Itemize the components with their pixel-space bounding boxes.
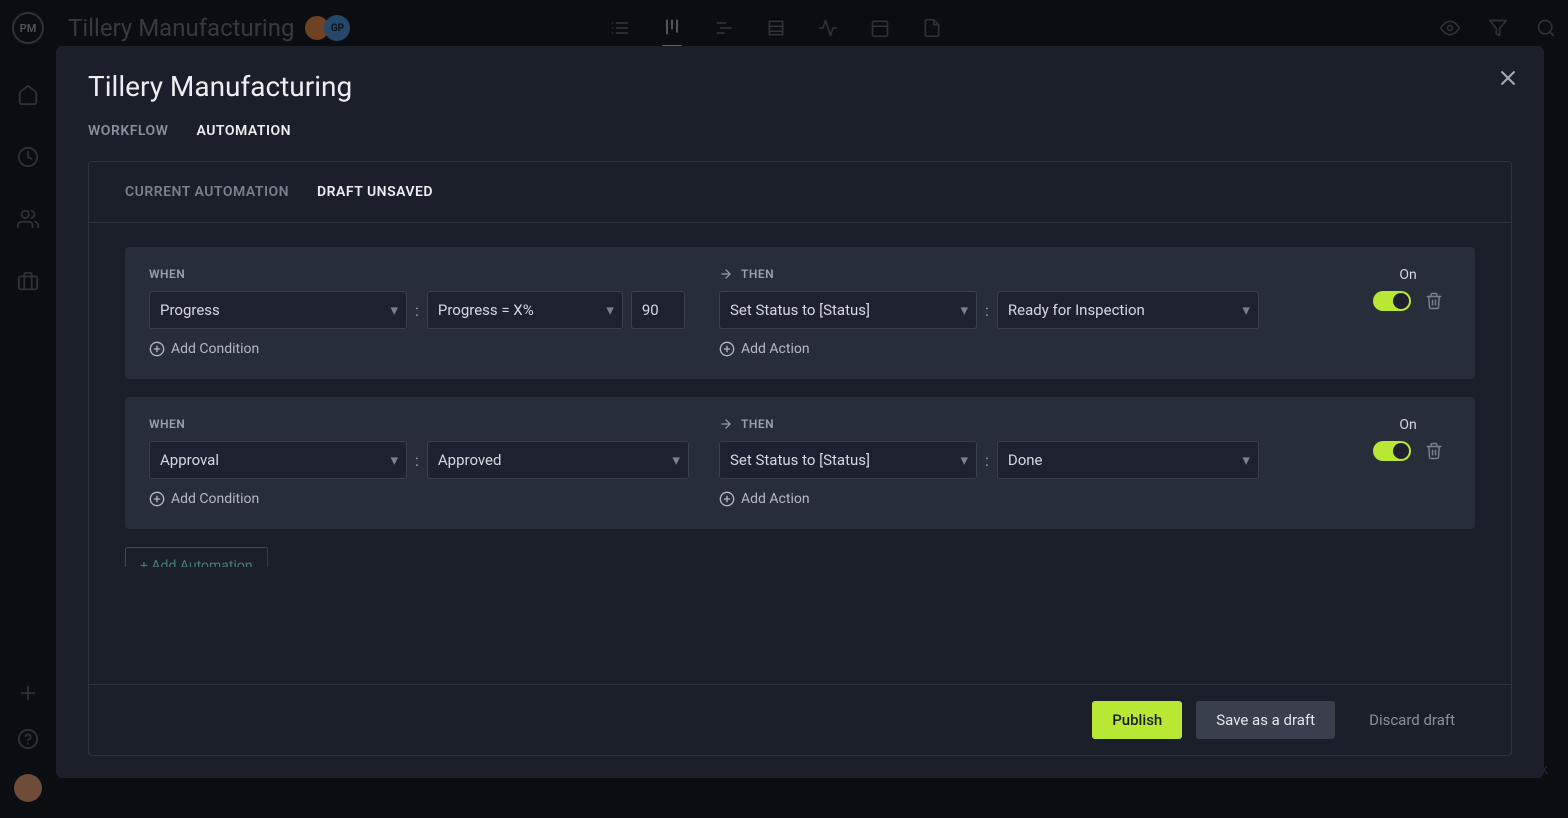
automation-modal: Tillery Manufacturing WORKFLOW AUTOMATIO… [56,46,1544,778]
trash-icon[interactable] [1425,442,1443,460]
colon: : [415,301,419,320]
then-action-select[interactable]: Set Status to [Status]▾ [719,441,977,479]
toggle-label: On [1399,267,1416,283]
when-trigger-select[interactable]: Approval▾ [149,441,407,479]
subtab-draft[interactable]: DRAFT UNSAVED [317,184,433,200]
add-automation-button[interactable]: + Add Automation [125,547,268,585]
then-label: THEN [719,417,1365,431]
save-draft-button[interactable]: Save as a draft [1196,701,1335,739]
colon: : [415,451,419,470]
panel-body: WHEN Progress▾ : Progress = X%▾ 90 Add C… [89,223,1511,684]
when-label: WHEN [149,267,719,281]
when-operator-select[interactable]: Progress = X%▾ [427,291,623,329]
discard-draft-button[interactable]: Discard draft [1349,701,1475,739]
tab-automation[interactable]: AUTOMATION [196,123,291,139]
panel-footer: Publish Save as a draft Discard draft [89,684,1511,755]
then-value-select[interactable]: Ready for Inspection▾ [997,291,1259,329]
when-value-input[interactable]: 90 [631,291,685,329]
automation-panel: CURRENT AUTOMATION DRAFT UNSAVED WHEN Pr… [88,161,1512,756]
modal-title: Tillery Manufacturing [88,70,1512,103]
add-action-button[interactable]: Add Action [719,341,1365,357]
arrow-right-icon [719,417,733,431]
close-icon[interactable] [1496,66,1520,90]
add-condition-button[interactable]: Add Condition [149,491,719,507]
automation-row: WHEN Progress▾ : Progress = X%▾ 90 Add C… [125,247,1475,379]
automation-row: WHEN Approval▾ : Approved▾ Add Condition [125,397,1475,529]
when-label: WHEN [149,417,719,431]
add-condition-button[interactable]: Add Condition [149,341,719,357]
enable-toggle[interactable] [1373,441,1411,461]
trash-icon[interactable] [1425,292,1443,310]
colon: : [985,301,989,320]
then-label: THEN [719,267,1365,281]
subtab-current[interactable]: CURRENT AUTOMATION [125,184,289,200]
colon: : [985,451,989,470]
when-trigger-select[interactable]: Progress▾ [149,291,407,329]
add-action-button[interactable]: Add Action [719,491,1365,507]
toggle-label: On [1399,417,1416,433]
panel-subtabs: CURRENT AUTOMATION DRAFT UNSAVED [89,162,1511,223]
arrow-right-icon [719,267,733,281]
tab-workflow[interactable]: WORKFLOW [88,123,168,139]
then-action-select[interactable]: Set Status to [Status]▾ [719,291,977,329]
then-value-select[interactable]: Done▾ [997,441,1259,479]
modal-tabs: WORKFLOW AUTOMATION [88,123,1512,139]
publish-button[interactable]: Publish [1092,701,1182,739]
when-operator-select[interactable]: Approved▾ [427,441,689,479]
enable-toggle[interactable] [1373,291,1411,311]
